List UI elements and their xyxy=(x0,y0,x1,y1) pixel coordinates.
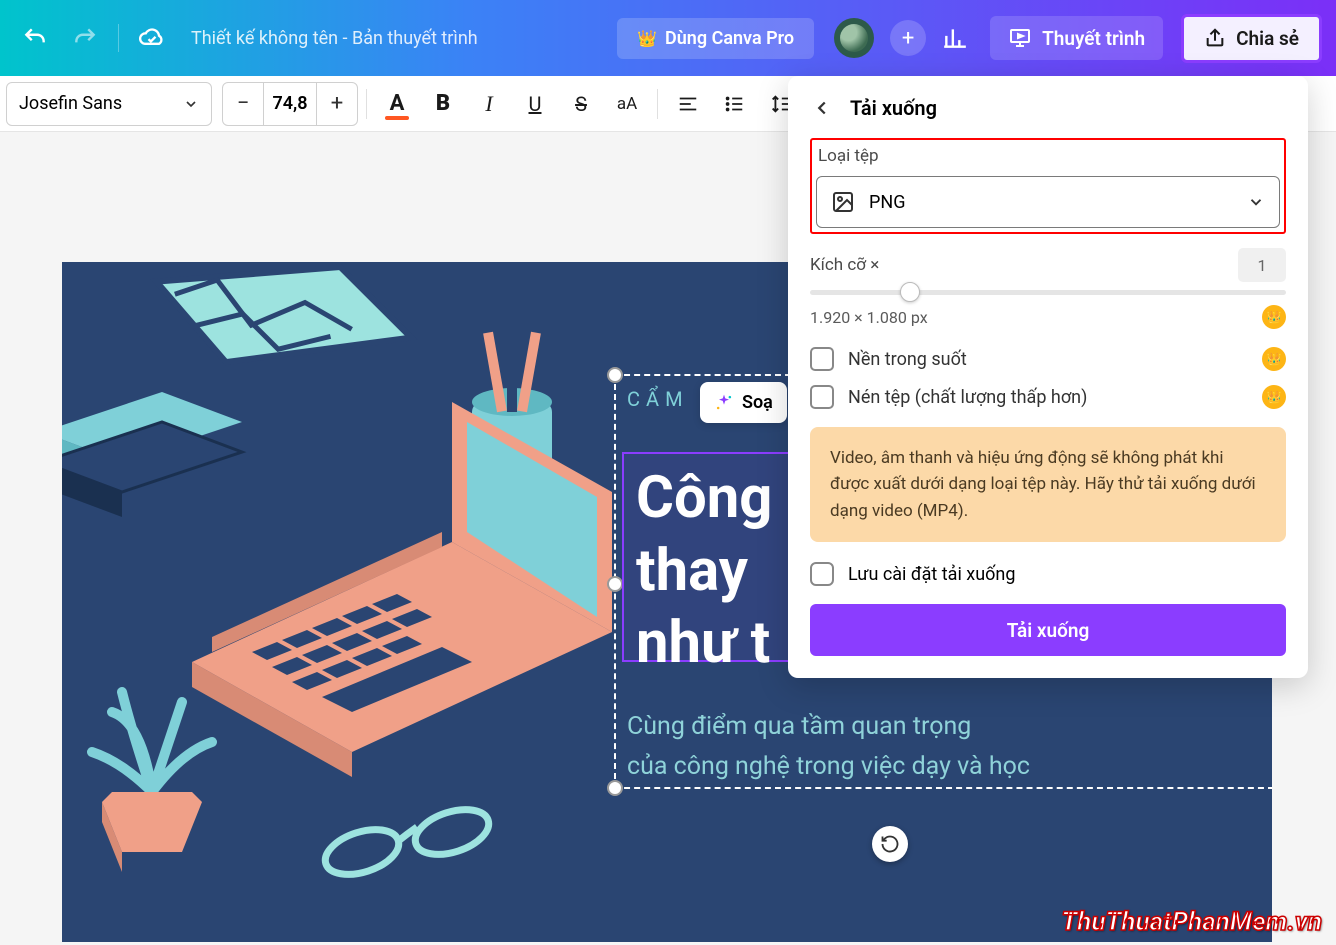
filetype-value: PNG xyxy=(869,192,905,213)
increase-size-button[interactable]: + xyxy=(317,83,357,125)
italic-button[interactable]: I xyxy=(467,82,511,126)
cloud-sync-icon[interactable] xyxy=(131,17,173,59)
dimensions-text: 1.920 × 1.080 px xyxy=(810,308,928,327)
size-slider[interactable] xyxy=(810,290,1286,295)
transparent-label: Nền trong suốt xyxy=(848,349,967,370)
font-size-input[interactable] xyxy=(263,83,317,125)
align-button[interactable] xyxy=(666,82,710,126)
dimensions-row: 1.920 × 1.080 px 👑 xyxy=(810,305,1286,329)
pro-label: Dùng Canva Pro xyxy=(665,28,794,49)
filetype-select[interactable]: PNG xyxy=(816,176,1280,228)
canva-pro-button[interactable]: 👑 Dùng Canva Pro xyxy=(617,18,814,59)
font-family-select[interactable]: Josefin Sans xyxy=(6,82,212,126)
compress-label: Nén tệp (chất lượng thấp hơn) xyxy=(848,387,1087,408)
undo-button[interactable] xyxy=(14,17,56,59)
size-multiplier[interactable]: 1 xyxy=(1238,248,1286,282)
present-label: Thuyết trình xyxy=(1042,27,1145,50)
strikethrough-button[interactable]: S xyxy=(559,82,603,126)
list-button[interactable] xyxy=(712,82,756,126)
crown-icon: 👑 xyxy=(1262,305,1286,329)
magic-write-button[interactable]: Soạ xyxy=(700,382,787,423)
crown-icon: 👑 xyxy=(1262,385,1286,409)
download-title: Tải xuống xyxy=(850,96,937,120)
compress-row[interactable]: Nén tệp (chất lượng thấp hơn) 👑 xyxy=(810,385,1286,409)
selection-handle[interactable] xyxy=(607,367,623,383)
watermark: ThuThuatPhanMem.vn xyxy=(1061,907,1322,937)
divider xyxy=(118,24,119,52)
analytics-button[interactable] xyxy=(934,17,976,59)
save-settings-checkbox[interactable] xyxy=(810,562,834,586)
transparent-bg-row[interactable]: Nền trong suốt 👑 xyxy=(810,347,1286,371)
image-icon xyxy=(831,190,855,214)
crown-icon: 👑 xyxy=(1262,347,1286,371)
rotate-handle[interactable] xyxy=(872,826,908,862)
selection-handle[interactable] xyxy=(607,780,623,796)
slider-thumb[interactable] xyxy=(900,282,920,302)
share-label: Chia sẻ xyxy=(1236,27,1299,50)
filetype-label: Loại tệp xyxy=(816,146,1280,166)
redo-button[interactable] xyxy=(64,17,106,59)
size-label: Kích cỡ × xyxy=(810,255,879,275)
download-header: Tải xuống xyxy=(788,76,1308,138)
chevron-down-icon xyxy=(1247,193,1265,211)
compress-checkbox[interactable] xyxy=(810,385,834,409)
filetype-highlight: Loại tệp PNG xyxy=(810,138,1286,234)
font-name: Josefin Sans xyxy=(19,93,122,114)
decrease-size-button[interactable]: − xyxy=(223,83,263,125)
download-button[interactable]: Tải xuống xyxy=(810,604,1286,656)
font-size-group: − + xyxy=(222,82,358,126)
size-row: Kích cỡ × 1 xyxy=(810,248,1286,282)
bold-button[interactable]: B xyxy=(421,82,465,126)
transparent-checkbox[interactable] xyxy=(810,347,834,371)
info-message: Video, âm thanh và hiệu ứng động sẽ khôn… xyxy=(810,427,1286,542)
save-settings-row[interactable]: Lưu cài đặt tải xuống xyxy=(810,562,1286,586)
present-button[interactable]: Thuyết trình xyxy=(990,16,1163,60)
slide-subtitle: Cùng điểm qua tầm quan trọng của công ng… xyxy=(627,707,1030,787)
share-button[interactable]: Chia sẻ xyxy=(1181,14,1322,63)
text-case-button[interactable]: aA xyxy=(605,82,649,126)
document-title[interactable]: Thiết kế không tên - Bản thuyết trình xyxy=(191,28,478,49)
crown-icon: 👑 xyxy=(637,29,657,48)
back-button[interactable] xyxy=(808,94,836,122)
user-avatar[interactable] xyxy=(834,18,874,58)
slide-illustration xyxy=(62,262,662,912)
selection-handle[interactable] xyxy=(607,576,623,592)
top-header: Thiết kế không tên - Bản thuyết trình 👑 … xyxy=(0,0,1336,76)
add-member-button[interactable]: + xyxy=(890,20,926,56)
underline-button[interactable]: U xyxy=(513,82,557,126)
save-settings-label: Lưu cài đặt tải xuống xyxy=(848,564,1015,585)
text-color-button[interactable]: A xyxy=(375,82,419,126)
magic-label: Soạ xyxy=(742,392,773,413)
sparkle-icon xyxy=(714,393,734,413)
chevron-down-icon xyxy=(183,96,199,112)
download-panel: Tải xuống Loại tệp PNG Kích cỡ × 1 1.920… xyxy=(788,76,1308,678)
